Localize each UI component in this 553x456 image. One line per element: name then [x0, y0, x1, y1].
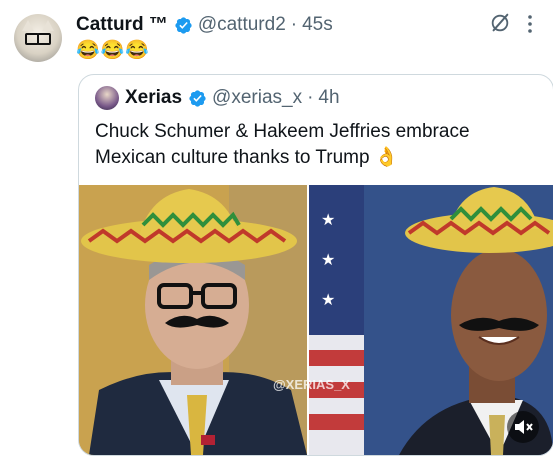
video-muted-button[interactable]: [507, 411, 539, 443]
svg-text:★: ★: [321, 250, 335, 269]
quoted-post-text: Chuck Schumer & Hakeem Jeffries embrace …: [95, 121, 470, 168]
media-watermark: @XERIAS_X: [273, 377, 350, 392]
svg-text:★: ★: [321, 210, 335, 229]
quoted-author-name[interactable]: Xerias: [125, 87, 182, 109]
time-separator: ·: [307, 87, 314, 108]
video-muted-icon: [515, 420, 533, 434]
more-options-icon[interactable]: [526, 12, 534, 36]
author-avatar[interactable]: [14, 14, 62, 62]
photo-left-illustration: [79, 185, 307, 455]
svg-text:★: ★: [321, 290, 335, 309]
quoted-post-header: Xerias @xerias_x · 4h: [95, 85, 340, 111]
quoted-author-avatar[interactable]: [95, 86, 119, 110]
quoted-post-card[interactable]: Xerias @xerias_x · 4h Chuck Schumer & Ha…: [78, 74, 553, 456]
media-image-left[interactable]: [79, 185, 307, 455]
grok-icon[interactable]: [489, 12, 511, 34]
quoted-post-time[interactable]: 4h: [318, 87, 339, 109]
quoted-post-media[interactable]: ★ ★ ★ @XERIAS_X: [79, 185, 553, 455]
verified-badge-icon[interactable]: [174, 16, 193, 35]
quoted-author-handle[interactable]: @xerias_x: [212, 87, 302, 109]
verified-badge-icon[interactable]: [188, 89, 207, 108]
post-time[interactable]: 45s: [302, 14, 333, 36]
avatar-glasses: [25, 33, 51, 45]
post-text: 😂😂😂: [76, 40, 150, 61]
post-header: Catturd ™ @catturd2 · 45s: [76, 12, 333, 38]
author-name[interactable]: Catturd ™: [76, 14, 168, 36]
author-handle[interactable]: @catturd2: [198, 14, 286, 36]
avatar-cat-ear: [22, 20, 34, 31]
time-separator: ·: [290, 14, 298, 35]
avatar-cat-ear: [42, 20, 54, 31]
